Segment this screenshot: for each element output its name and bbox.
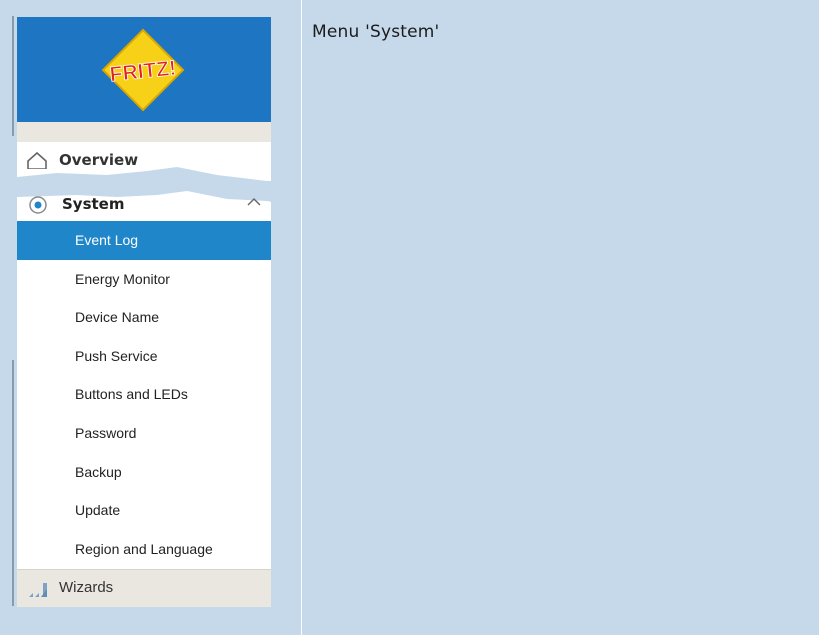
nav-item-wizards-label: Wizards — [59, 579, 114, 596]
submenu-item-region-and-language[interactable]: Region and Language — [17, 530, 271, 569]
wizards-icon — [29, 583, 47, 597]
left-bracket-line — [12, 16, 14, 136]
content-divider — [301, 0, 302, 635]
submenu-item-backup[interactable]: Backup — [17, 453, 271, 492]
submenu-item-push-service[interactable]: Push Service — [17, 337, 271, 376]
logo-header: FRITZ! — [17, 17, 271, 122]
left-bracket-line — [12, 360, 14, 606]
navigation-panel: FRITZ! Overview System Event Log Energy … — [17, 17, 271, 607]
logo-spacer — [17, 122, 271, 142]
submenu-item-password[interactable]: Password — [17, 414, 271, 453]
submenu-item-update[interactable]: Update — [17, 491, 271, 530]
nav-item-system[interactable]: System — [17, 187, 271, 221]
submenu-item-buttons-and-leds[interactable]: Buttons and LEDs — [17, 375, 271, 414]
nav-item-system-label: System — [62, 195, 125, 213]
submenu-item-event-log[interactable]: Event Log — [17, 221, 271, 260]
nav-item-overview[interactable]: Overview — [17, 142, 271, 169]
nav-item-wizards[interactable]: Wizards — [17, 569, 271, 607]
submenu-item-device-name[interactable]: Device Name — [17, 298, 271, 337]
chevron-up-icon[interactable] — [247, 197, 261, 207]
system-submenu: Event Log Energy Monitor Device Name Pus… — [17, 221, 271, 568]
fritz-logo: FRITZ! — [101, 28, 185, 112]
submenu-item-energy-monitor[interactable]: Energy Monitor — [17, 260, 271, 299]
system-icon — [29, 196, 47, 214]
figure-caption: Menu 'System' — [312, 22, 440, 42]
